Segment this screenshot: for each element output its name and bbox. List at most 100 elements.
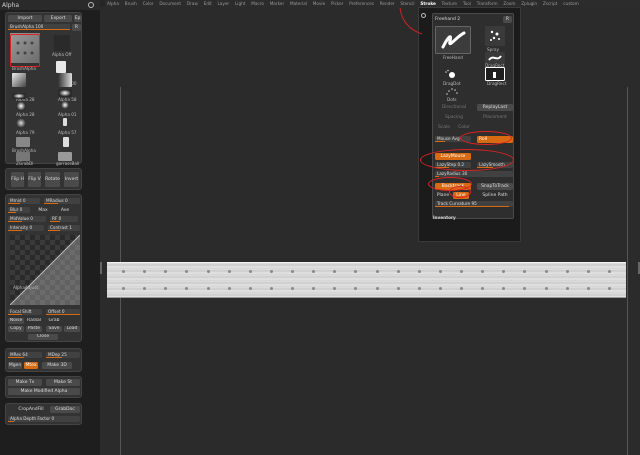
alpha-thumb-8[interactable] (63, 118, 67, 126)
make-st-button[interactable]: Make St (46, 379, 80, 386)
copy-button[interactable]: Copy (8, 326, 24, 332)
menu-item-zplugin[interactable]: Zplugin (521, 1, 537, 6)
menu-item-movie[interactable]: Movie (313, 1, 325, 6)
mgen-button[interactable]: Mgen (8, 362, 22, 369)
menu-item-brush[interactable]: Brush (125, 1, 137, 6)
color-button[interactable]: Color (455, 124, 473, 131)
menu-item-draw[interactable]: Draw (187, 1, 198, 6)
menu-item-stroke[interactable]: Stroke (420, 1, 435, 6)
rotate-button[interactable]: Rotate (45, 172, 60, 187)
import-button[interactable]: Import (8, 15, 42, 22)
flip-v-button[interactable]: Flip V (28, 172, 41, 187)
menu-item-alpha[interactable]: Alpha (107, 1, 119, 6)
gear-icon[interactable] (88, 2, 94, 8)
mtex-button[interactable]: Mtex (24, 362, 38, 369)
max-button[interactable]: Max (34, 207, 52, 214)
menu-item-zoom[interactable]: Zoom (503, 1, 515, 6)
blur-slider[interactable]: Blur 0 (8, 207, 30, 213)
mmid-slider[interactable]: Mmid 0 (8, 198, 40, 204)
alpha-thumb-11[interactable] (16, 152, 30, 161)
flip-h-button[interactable]: Flip H (11, 172, 24, 187)
dragdot-stroke-icon[interactable] (443, 69, 461, 81)
noise-button[interactable]: Noise (8, 318, 24, 324)
stroke-r-button[interactable]: R (503, 16, 512, 23)
paste-button[interactable]: Paste (26, 326, 42, 332)
close-curve-button[interactable]: Close (28, 334, 58, 340)
menu-item-picker[interactable]: Picker (331, 1, 343, 6)
canvas-handle-left[interactable] (100, 262, 102, 274)
menu-item-edit[interactable]: Edit (204, 1, 212, 6)
spline-path-button[interactable]: Spline Path (477, 192, 513, 199)
menu-item-material[interactable]: Material (290, 1, 307, 6)
directional-button[interactable]: Directional (435, 104, 473, 111)
spray-stroke-icon[interactable] (485, 26, 505, 46)
intensity-slider[interactable]: Intensity 0 (8, 225, 44, 231)
brush-alpha-slider[interactable]: BrushAlpha 100 (8, 24, 70, 30)
alpha-thumb-9[interactable] (16, 137, 30, 147)
offset-slider[interactable]: Offset 0 (46, 309, 80, 315)
midvalue-slider[interactable]: MidValue 0 (8, 216, 46, 222)
crop-and-fill-button[interactable]: CropAndFill (15, 406, 47, 413)
scale-button[interactable]: Scale (435, 124, 453, 131)
menu-item-custom[interactable]: custom (563, 1, 578, 6)
contrast-slider[interactable]: Contrast 1 (48, 225, 80, 231)
menu-item-layer[interactable]: Layer (217, 1, 229, 6)
menu-item-light[interactable]: Light (235, 1, 245, 6)
menu-item-document[interactable]: Document (159, 1, 181, 6)
palette-title-bar[interactable]: Alpha (0, 0, 100, 10)
stroke-type-label[interactable]: Freehand 2 (435, 16, 485, 23)
grab-doc-button[interactable]: GrabDoc (50, 406, 80, 413)
menu-item-stencil[interactable]: Stencil (400, 1, 414, 6)
mradius-slider[interactable]: MRadius 0 (44, 198, 80, 204)
replay-last-button[interactable]: ReplayLast (477, 104, 513, 111)
document-canvas[interactable] (100, 7, 640, 455)
radial-button[interactable]: Radial (26, 318, 42, 324)
alpha-thumb-6[interactable] (61, 101, 69, 109)
alpha-thumb-5[interactable] (16, 101, 26, 111)
alpha-off-thumbnail[interactable] (54, 35, 70, 51)
snap-to-track-button[interactable]: SnapToTrack (477, 183, 513, 190)
menu-item-macro[interactable]: Macro (251, 1, 264, 6)
menu-item-tool[interactable]: Tool (463, 1, 471, 6)
menu-item-preferences[interactable]: Preferences (349, 1, 374, 6)
alpha-thumb-1[interactable] (12, 73, 26, 87)
make-tx-button[interactable]: Make Tx (8, 379, 42, 386)
track-curvature-slider[interactable]: Track Curvature 95 (435, 201, 513, 207)
r-button[interactable]: R (72, 24, 81, 31)
menu-item-zscript[interactable]: Zscript (543, 1, 558, 6)
alpha-thumb-3[interactable] (12, 93, 26, 99)
menu-item-color[interactable]: Color (143, 1, 154, 6)
dragrect-stroke-icon[interactable] (485, 67, 505, 81)
menu-item-render[interactable]: Render (380, 1, 395, 6)
highlight-lazymouse (420, 149, 514, 171)
mdep-slider[interactable]: MDep 25 (46, 352, 80, 358)
make-modified-alpha-button[interactable]: Make Modified Alpha (8, 388, 80, 395)
invert-button[interactable]: Invert (64, 172, 79, 187)
alpha-thumb-4[interactable] (58, 89, 72, 97)
alpha-thumb-2[interactable] (58, 73, 72, 87)
placement-button[interactable]: Placement (477, 114, 513, 121)
ep-button[interactable]: Ep (74, 15, 81, 22)
alpha-thumb-10[interactable] (63, 137, 69, 147)
alpha-00-thumbnail[interactable] (56, 61, 66, 73)
freehand-stroke-icon[interactable] (435, 26, 471, 54)
focal-shift-slider[interactable]: Focal Shift (8, 309, 42, 315)
alpha-thumb-12[interactable] (58, 152, 72, 161)
menu-item-transform[interactable]: Transform (477, 1, 498, 6)
alpha-depth-factor-slider[interactable]: Alpha Depth Factor 0 (8, 416, 80, 422)
save-button[interactable]: Save (46, 326, 62, 332)
stroke-dot (481, 287, 485, 290)
spacing-button[interactable]: Spacing (435, 114, 473, 121)
grab-button[interactable]: Grab (46, 318, 62, 324)
ave-button[interactable]: Ave (56, 207, 74, 214)
rf-slider[interactable]: RF 0 (50, 216, 78, 222)
menu-item-texture[interactable]: Texture (442, 1, 457, 6)
menu-item-marker[interactable]: Marker (270, 1, 284, 6)
make-3d-button[interactable]: Make 3D (42, 362, 72, 369)
alpha-thumb-7[interactable] (16, 118, 26, 128)
mres-slider[interactable]: MRes 64 (8, 352, 42, 358)
dots-stroke-icon[interactable] (443, 86, 461, 96)
load-button[interactable]: Load (64, 326, 80, 332)
alpha-adjust-curve[interactable]: AlphaAdjust (10, 235, 80, 305)
export-button[interactable]: Export (44, 15, 72, 22)
